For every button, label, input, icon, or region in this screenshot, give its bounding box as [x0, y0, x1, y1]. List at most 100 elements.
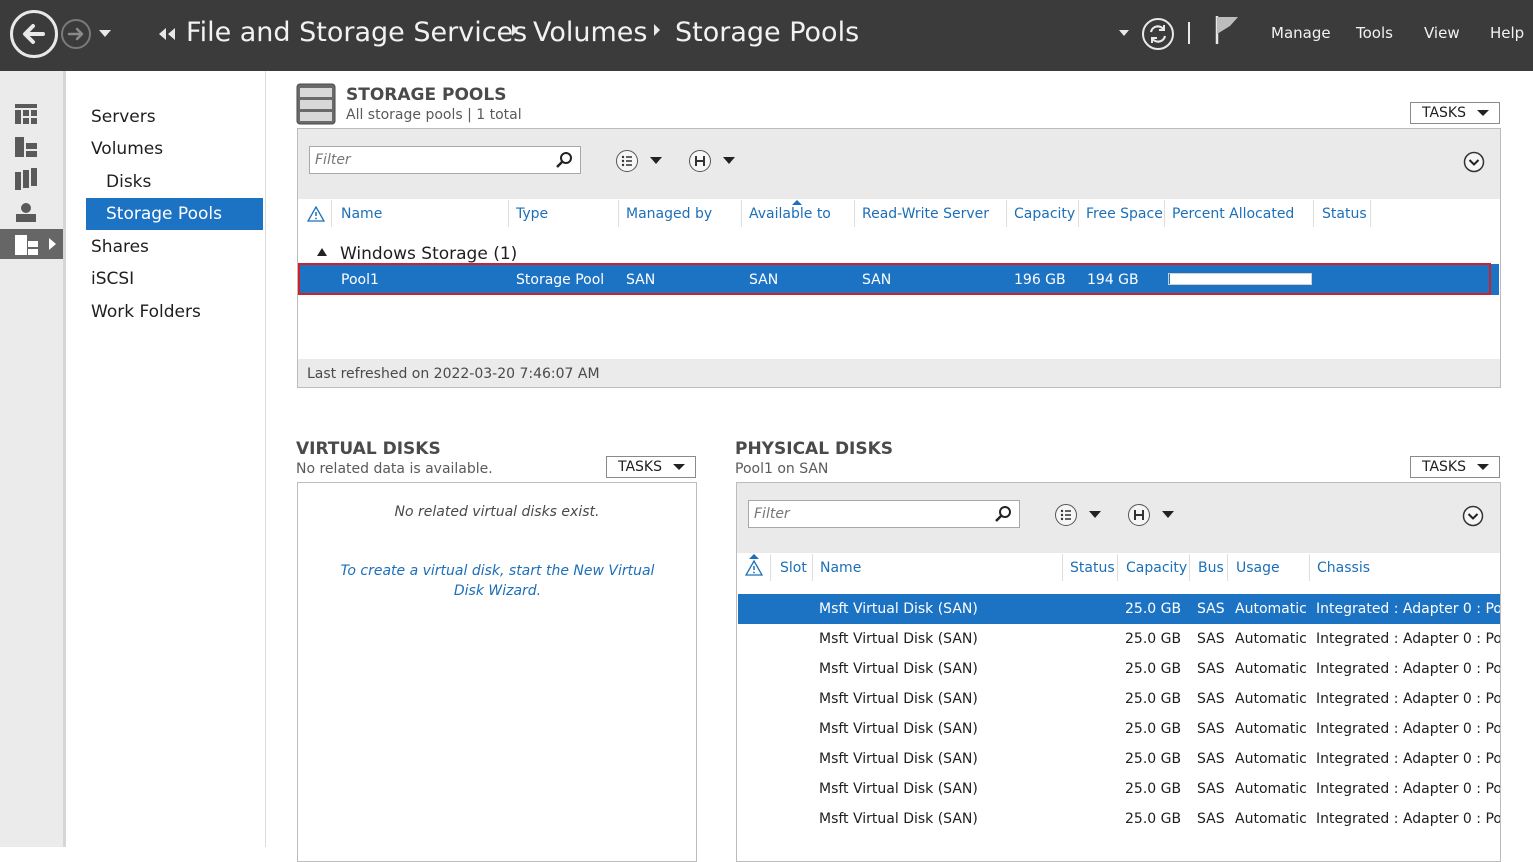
column-header-slot[interactable]: Slot — [780, 560, 807, 576]
forward-button[interactable] — [61, 19, 91, 49]
table-row[interactable]: Msft Virtual Disk (SAN) 25.0 GB SAS Automat… — [738, 744, 1500, 774]
search-icon[interactable] — [995, 505, 1013, 523]
table-row[interactable]: Msft Virtual Disk (SAN) 25.0 GB SAS Automat… — [738, 684, 1500, 714]
virtual-disks-tasks-button[interactable]: TASKS — [606, 456, 696, 478]
name-cell: Msft Virtual Disk (SAN) — [819, 811, 978, 827]
menu-manage[interactable]: Manage — [1271, 24, 1331, 42]
column-header-chassis[interactable]: Chassis — [1317, 560, 1370, 576]
table-row[interactable]: Msft Virtual Disk (SAN) 25.0 GB SAS Automat… — [738, 804, 1500, 834]
column-header-status[interactable]: Status — [1070, 560, 1115, 576]
name-cell: Msft Virtual Disk (SAN) — [819, 661, 978, 677]
nav-item-servers[interactable]: Servers — [91, 101, 156, 133]
save-query-button[interactable] — [1128, 504, 1150, 526]
column-header-name[interactable]: Name — [820, 560, 861, 576]
usage-cell: Automatic — [1235, 601, 1307, 617]
breadcrumb-item: Storage Pools — [675, 17, 860, 48]
nav-item-volumes[interactable]: Volumes — [91, 133, 163, 165]
pool-managed-by-cell: SAN — [626, 272, 656, 288]
list-options-button[interactable] — [1055, 504, 1077, 526]
list-options-dropdown-icon[interactable] — [1089, 511, 1101, 518]
breadcrumb-dropdown-icon[interactable] — [1119, 30, 1129, 36]
filter-placeholder: Filter — [754, 506, 790, 522]
local-server-icon[interactable] — [15, 137, 37, 157]
column-divider — [1370, 200, 1371, 227]
list-options-dropdown-icon[interactable] — [650, 157, 662, 164]
history-dropdown-icon[interactable] — [99, 30, 111, 37]
table-row[interactable]: Msft Virtual Disk (SAN) 25.0 GB SAS Automat… — [738, 774, 1500, 804]
column-header-status[interactable]: Status — [1322, 206, 1367, 222]
table-row[interactable]: Msft Virtual Disk (SAN) 25.0 GB SAS Automat… — [738, 624, 1500, 654]
column-divider — [854, 200, 855, 227]
column-divider — [812, 554, 813, 581]
column-divider — [1078, 200, 1079, 227]
bus-cell: SAS — [1197, 661, 1225, 677]
roles-icon[interactable] — [15, 201, 37, 223]
column-header-percent-allocated[interactable]: Percent Allocated — [1172, 206, 1294, 222]
group-header[interactable]: Windows Storage (1) — [340, 244, 517, 264]
column-header-bus[interactable]: Bus — [1198, 560, 1224, 576]
column-header-capacity[interactable]: Capacity — [1014, 206, 1075, 222]
usage-cell: Automatic — [1235, 631, 1307, 647]
capacity-cell: 25.0 GB — [1125, 751, 1182, 767]
save-query-dropdown-icon[interactable] — [723, 157, 735, 164]
table-row[interactable]: Msft Virtual Disk (SAN) 25.0 GB SAS Automat… — [738, 594, 1500, 624]
save-icon — [695, 156, 705, 166]
table-row[interactable]: Msft Virtual Disk (SAN) 25.0 GB SAS Automat… — [738, 654, 1500, 684]
rail-expand-icon[interactable] — [49, 238, 56, 250]
chassis-cell: Integrated : Adapter 0 : Port — [1316, 811, 1500, 827]
list-options-button[interactable] — [616, 150, 638, 172]
menu-help[interactable]: Help — [1490, 24, 1524, 42]
usage-cell: Automatic — [1235, 811, 1307, 827]
nav-item-work-folders[interactable]: Work Folders — [91, 296, 201, 328]
tasks-label: TASKS — [618, 459, 662, 475]
all-servers-icon[interactable] — [15, 168, 37, 190]
search-icon[interactable] — [556, 151, 574, 169]
nav-item-storage-pools[interactable]: Storage Pools — [86, 198, 263, 230]
chassis-cell: Integrated : Adapter 0 : Port — [1316, 601, 1500, 617]
column-header-name[interactable]: Name — [341, 206, 382, 222]
group-collapse-icon[interactable] — [317, 248, 327, 256]
warning-icon — [745, 560, 763, 576]
chassis-cell: Integrated : Adapter 0 : Port — [1316, 661, 1500, 677]
save-query-dropdown-icon[interactable] — [1162, 511, 1174, 518]
column-header-managed-by[interactable]: Managed by — [626, 206, 712, 222]
save-query-button[interactable] — [689, 150, 711, 172]
physical-disks-filter-input[interactable]: Filter — [748, 500, 1020, 528]
breadcrumb-item[interactable]: Volumes — [533, 17, 648, 48]
column-divider — [741, 200, 742, 227]
column-divider — [1006, 200, 1007, 227]
storage-pools-tasks-button[interactable]: TASKS — [1410, 102, 1500, 124]
back-button[interactable] — [10, 10, 58, 58]
percent-allocated-fill — [1169, 274, 1171, 284]
file-storage-icon[interactable] — [15, 233, 39, 255]
new-virtual-disk-link[interactable]: To create a virtual disk, start the New … — [330, 561, 665, 601]
usage-cell: Automatic — [1235, 691, 1307, 707]
table-row[interactable]: Msft Virtual Disk (SAN) 25.0 GB SAS Automat… — [738, 714, 1500, 744]
column-header-available-to[interactable]: Available to — [749, 206, 831, 222]
dashboard-icon[interactable] — [15, 104, 37, 124]
column-header-free-space[interactable]: Free Space — [1086, 206, 1163, 222]
column-divider — [770, 554, 771, 581]
list-icon — [621, 155, 632, 167]
breadcrumb-back-icon[interactable] — [159, 28, 177, 40]
nav-item-disks[interactable]: Disks — [106, 166, 151, 198]
nav-item-shares[interactable]: Shares — [91, 231, 149, 263]
flag-icon[interactable] — [1214, 14, 1242, 46]
chevron-down-icon[interactable] — [1462, 505, 1484, 527]
menu-view[interactable]: View — [1424, 24, 1460, 42]
column-divider — [1062, 554, 1063, 581]
chevron-down-icon[interactable] — [1463, 151, 1485, 173]
column-header-read-write-server[interactable]: Read-Write Server — [862, 206, 989, 222]
refresh-icon[interactable] — [1141, 17, 1175, 51]
physical-disks-tasks-button[interactable]: TASKS — [1410, 456, 1500, 478]
column-header-capacity[interactable]: Capacity — [1126, 560, 1187, 576]
menu-tools[interactable]: Tools — [1356, 24, 1393, 42]
nav-item-iscsi[interactable]: iSCSI — [91, 263, 134, 295]
storage-pools-filter-input[interactable]: Filter — [309, 146, 581, 174]
capacity-cell: 25.0 GB — [1125, 811, 1182, 827]
scrollbar[interactable] — [1491, 264, 1499, 295]
column-header-usage[interactable]: Usage — [1236, 560, 1280, 576]
sort-ascending-icon — [749, 554, 759, 559]
breadcrumb-item[interactable]: File and Storage Services — [186, 17, 527, 48]
column-header-type[interactable]: Type — [516, 206, 548, 222]
